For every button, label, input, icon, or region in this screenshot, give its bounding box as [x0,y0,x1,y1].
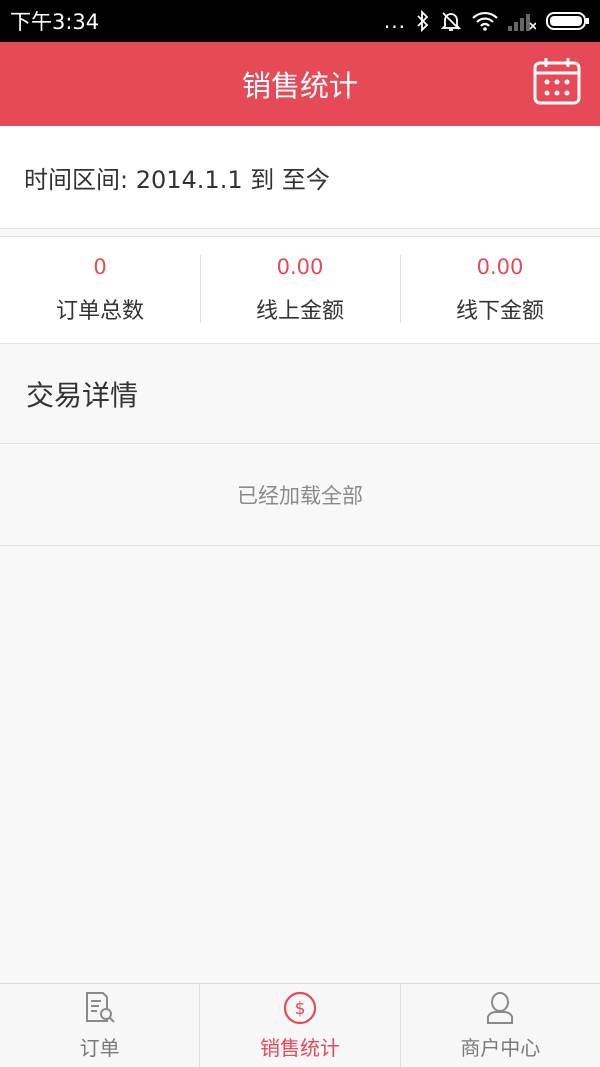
tab-label: 商户中心 [460,1036,541,1060]
load-status: 已经加载全部 [0,445,600,546]
details-title: 交易详情 [26,378,139,412]
tab-sales-stats[interactable]: $ 销售统计 [199,984,399,1067]
page-title: 销售统计 [241,69,358,103]
more-dots-icon: ... [383,9,406,33]
battery-icon [546,11,590,31]
stat-value: 0 [93,255,107,279]
screen: 下午3:34 ... 销售统计 时间区间: 2014.1.1 到 至今 0 订单… [0,0,600,1067]
signal-icon [508,11,536,31]
user-icon [483,990,517,1026]
stat-label: 订单总数 [55,299,144,324]
tab-label: 销售统计 [259,1036,340,1060]
details-header: 交易详情 [0,344,600,444]
tab-orders[interactable]: 订单 [0,984,199,1067]
bottom-tab-bar: 订单 $ 销售统计 商户中心 [0,983,600,1067]
stat-order-count: 0 订单总数 [0,237,200,343]
title-bar: 销售统计 [0,42,600,126]
mute-bell-icon [440,10,462,32]
svg-text:$: $ [295,999,306,1019]
loaded-all-text: 已经加载全部 [237,484,363,508]
stat-label: 线上金额 [255,299,344,324]
stat-label: 线下金额 [455,299,544,324]
stat-online-amount: 0.00 线上金额 [200,237,400,343]
tab-merchant-center[interactable]: 商户中心 [399,984,600,1067]
stat-value: 0.00 [276,255,324,279]
status-bar: 下午3:34 ... [0,0,600,42]
wifi-icon [472,11,498,31]
time-range-text: 时间区间: 2014.1.1 到 至今 [24,165,330,194]
order-icon [83,990,117,1026]
status-time: 下午3:34 [10,10,100,34]
stat-offline-amount: 0.00 线下金额 [400,237,600,343]
bluetooth-icon [416,10,430,32]
dollar-icon: $ [283,990,317,1026]
status-icons: ... [384,9,590,33]
calendar-icon [532,56,582,110]
calendar-button[interactable] [530,56,584,110]
time-range-row[interactable]: 时间区间: 2014.1.1 到 至今 [0,126,600,229]
tab-label: 订单 [79,1036,120,1060]
stat-value: 0.00 [476,255,524,279]
stats-panel: 0 订单总数 0.00 线上金额 0.00 线下金额 [0,236,600,344]
